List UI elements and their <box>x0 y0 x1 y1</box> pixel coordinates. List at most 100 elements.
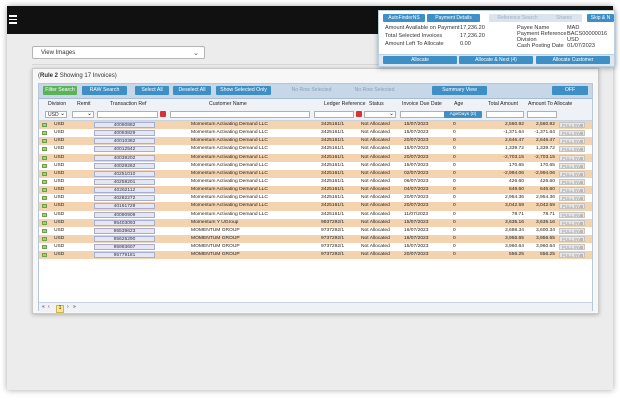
table-row[interactable]: USD 40282272 Momentum Activating Demand LL… <box>39 194 592 203</box>
division-filter[interactable]: USD ⌄ <box>45 111 67 118</box>
table-row[interactable]: USD 95993607 MOMENTUM GROUP 9737292/1 Not Al… <box>39 243 592 252</box>
pull-invoice-button[interactable]: PULL INV <box>559 227 585 234</box>
table-row[interactable]: USD 95403093 Momentum Y UGroup 9937292/1 Not… <box>39 218 592 227</box>
shares-button[interactable]: Shares <box>546 14 582 22</box>
status-filter[interactable]: ⌄ <box>364 111 396 118</box>
col-amount-to-allocate[interactable]: Amount To Allocate <box>528 101 572 107</box>
pull-invoice-button[interactable]: PULL INV <box>559 138 585 145</box>
clear-filter-icon[interactable] <box>356 111 362 117</box>
transaction-ref-filter[interactable] <box>97 111 158 118</box>
row-select-icon[interactable] <box>42 245 47 250</box>
row-transaction-ref[interactable]: 40039202 <box>94 154 155 161</box>
pull-invoice-button[interactable]: PULL INV <box>559 219 585 226</box>
row-select-icon[interactable] <box>42 236 47 241</box>
row-select-icon[interactable] <box>42 188 47 193</box>
table-row[interactable]: USD 40012542 Momentum Activating Demand LL… <box>39 145 592 154</box>
select-all-button[interactable]: Select All <box>135 86 169 95</box>
row-transaction-ref[interactable]: 40012542 <box>94 146 155 153</box>
table-row[interactable]: USD 40029262 Momentum Activating Demand LL… <box>39 161 592 170</box>
row-select-icon[interactable] <box>42 171 47 176</box>
col-remit[interactable]: Remit <box>77 101 91 107</box>
table-row[interactable]: USD 40251010 Momentum Activating Demand LL… <box>39 169 592 178</box>
row-transaction-ref[interactable]: 40029262 <box>94 162 155 169</box>
row-transaction-ref[interactable]: 95779181 <box>94 252 155 259</box>
col-division[interactable]: Division <box>48 101 66 107</box>
col-status[interactable]: Status <box>369 101 384 107</box>
raw-search-button[interactable]: RAW Search <box>82 86 127 95</box>
remit-filter[interactable]: ⌄ <box>72 111 94 118</box>
off-toggle[interactable]: OFF <box>552 86 588 95</box>
row-transaction-ref[interactable]: 95403093 <box>94 219 155 226</box>
clear-filter-icon[interactable] <box>160 111 166 117</box>
pull-invoice-button[interactable]: PULL INV <box>559 130 585 137</box>
pull-invoice-button[interactable]: PULL INV <box>559 178 585 185</box>
col-customer-name[interactable]: Customer Name <box>209 101 247 107</box>
no-row-selected-button-2[interactable]: No Row Selected <box>347 86 402 95</box>
table-row[interactable]: USD 95779181 MOMENTUM GROUP 9737292/1 Not Al… <box>39 251 592 260</box>
row-transaction-ref[interactable]: 40093829 <box>94 130 155 137</box>
autofinder-button[interactable]: AutoFinderNS <box>383 14 425 22</box>
table-row[interactable]: USD 40262112 Momentum Activating Demand LL… <box>39 186 592 195</box>
age-days-button[interactable]: AgeDays (0) <box>444 111 482 118</box>
pull-invoice-button[interactable]: PULL INV <box>559 244 585 251</box>
pull-invoice-button[interactable]: PULL INV <box>559 146 585 153</box>
prev-page-button[interactable]: ‹ <box>48 303 50 312</box>
row-select-icon[interactable] <box>42 220 47 225</box>
row-select-icon[interactable] <box>42 155 47 160</box>
row-select-icon[interactable] <box>42 212 47 217</box>
table-row[interactable]: USD 40010382 Momentum Activating Demand LL… <box>39 137 592 146</box>
row-transaction-ref[interactable]: 40251010 <box>94 170 155 177</box>
table-row[interactable]: USD 95539623 MOMENTUM GROUP 9737292/1 Not Al… <box>39 226 592 235</box>
deselect-all-button[interactable]: Deselect All <box>173 86 211 95</box>
total-amount-filter[interactable] <box>486 111 524 118</box>
row-transaction-ref[interactable]: 95993607 <box>94 244 155 251</box>
row-transaction-ref[interactable]: 95626290 <box>94 235 155 242</box>
col-invoice-due-date[interactable]: Invoice Due Date <box>402 101 442 107</box>
table-row[interactable]: USD 40093829 Momentum Activating Demand LL… <box>39 129 592 138</box>
amount-to-allocate-filter[interactable] <box>527 111 557 118</box>
row-transaction-ref[interactable]: 40282272 <box>94 195 155 202</box>
skip-next-button[interactable]: Skip & N <box>587 14 614 22</box>
ledger-reference-filter[interactable] <box>314 111 354 118</box>
row-transaction-ref[interactable]: 40161729 <box>94 203 155 210</box>
next-page-button[interactable]: › <box>67 303 69 312</box>
no-row-selected-button-1[interactable]: No Row Selected <box>284 86 339 95</box>
col-total-amount[interactable]: Total Amount <box>488 101 518 107</box>
table-row[interactable]: USD 40039202 Momentum Activating Demand LL… <box>39 153 592 162</box>
row-select-icon[interactable] <box>42 179 47 184</box>
view-images-select[interactable]: View Images ⌄ <box>32 46 205 59</box>
row-transaction-ref[interactable]: 40090909 <box>94 211 155 218</box>
payment-details-button[interactable]: Payment Details <box>427 14 480 22</box>
row-select-icon[interactable] <box>42 123 47 127</box>
row-transaction-ref[interactable]: 40259201 <box>94 178 155 185</box>
pull-invoice-button[interactable]: PULL INV <box>559 187 585 194</box>
col-age[interactable]: Age <box>454 101 463 107</box>
table-row[interactable]: USD 95626290 MOMENTUM GROUP 9737292/1 Not Al… <box>39 234 592 244</box>
allocate-button[interactable]: Allocate <box>383 56 457 64</box>
allocate-next-button[interactable]: Allocate & Next (4) <box>459 56 533 64</box>
table-row[interactable]: USD 40259201 Momentum Activating Demand LL… <box>39 177 592 187</box>
row-select-icon[interactable] <box>42 131 47 136</box>
row-select-icon[interactable] <box>42 204 47 209</box>
allocate-customer-button[interactable]: Allocate Customer <box>536 56 610 64</box>
pull-invoice-button[interactable]: PULL INV <box>559 154 585 161</box>
pull-invoice-button[interactable]: PULL INV <box>559 203 585 210</box>
col-ledger-reference[interactable]: Ledger Reference <box>324 101 366 107</box>
row-transaction-ref[interactable]: 40010382 <box>94 138 155 145</box>
show-selected-only-button[interactable]: Show Selected Only <box>216 86 271 95</box>
first-page-button[interactable]: « <box>42 303 45 312</box>
pull-invoice-button[interactable]: PULL INV <box>559 235 585 242</box>
customer-name-filter[interactable] <box>170 111 310 118</box>
table-row[interactable]: USD 40090882 Momentum Activating Demand LL… <box>39 121 592 130</box>
pull-invoice-button[interactable]: PULL INV <box>559 122 585 128</box>
hamburger-menu-icon[interactable] <box>9 15 17 24</box>
row-select-icon[interactable] <box>42 228 47 233</box>
reference-search-button[interactable]: Reference Search <box>489 14 546 22</box>
row-transaction-ref[interactable]: 40090882 <box>94 122 155 128</box>
pull-invoice-button[interactable]: PULL INV <box>559 195 585 202</box>
row-select-icon[interactable] <box>42 147 47 152</box>
due-date-filter[interactable] <box>400 111 445 118</box>
table-row[interactable]: USD 40090909 Momentum Activating Demand LL… <box>39 210 592 219</box>
row-transaction-ref[interactable]: 95539623 <box>94 227 155 234</box>
pull-invoice-button[interactable]: PULL INV <box>559 252 585 259</box>
